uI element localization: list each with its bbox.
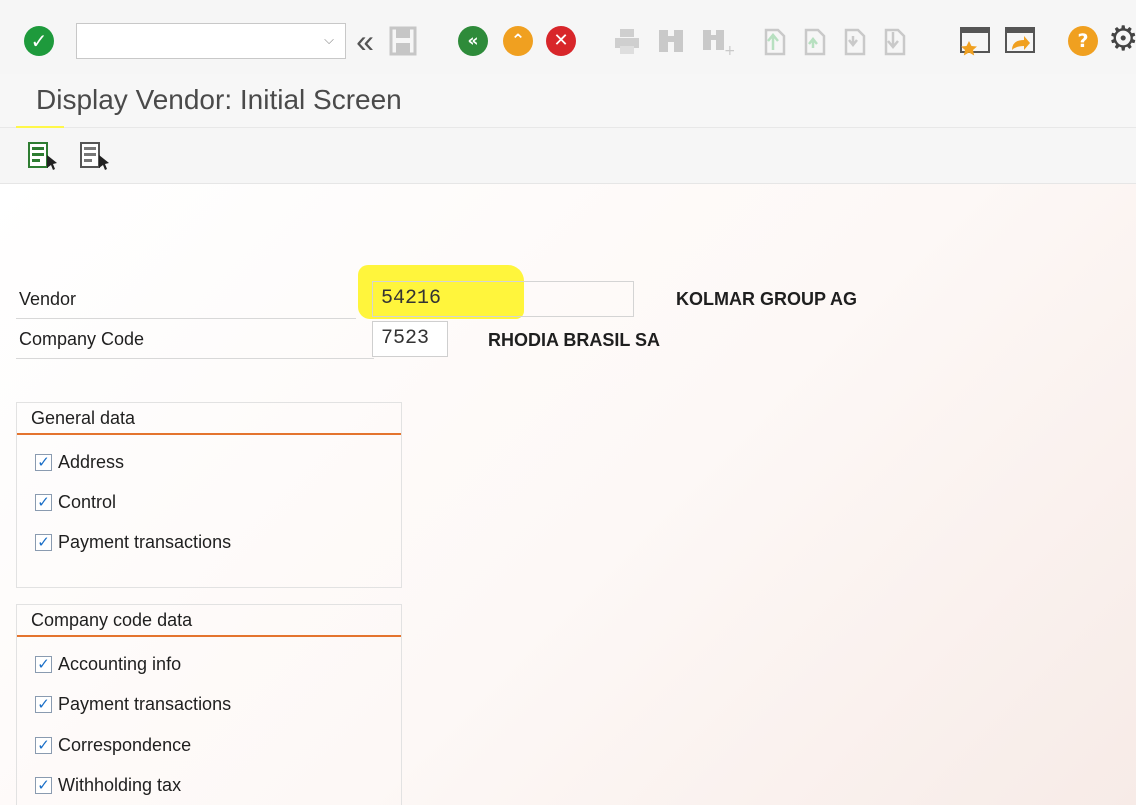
checkbox-address[interactable]: ✓ Address — [35, 449, 124, 475]
application-toolbar — [0, 128, 1136, 184]
vendor-row: Vendor — [16, 279, 356, 319]
last-page-button[interactable] — [880, 26, 908, 56]
checkbox-accounting-info[interactable]: ✓ Accounting info — [35, 651, 181, 677]
save-icon — [389, 26, 417, 56]
print-button[interactable] — [612, 26, 642, 56]
checkbox-payment-transactions[interactable]: ✓ Payment transactions — [35, 691, 231, 717]
company-code-field[interactable]: 7523 — [372, 321, 448, 357]
group-title: General data — [31, 408, 136, 428]
check-icon[interactable]: ✓ — [35, 493, 52, 511]
company-code-row: Company Code — [16, 319, 374, 359]
command-input[interactable] — [77, 24, 315, 58]
first-page-button[interactable] — [760, 26, 788, 56]
shortcut-icon — [1005, 27, 1035, 53]
checkbox-label: Accounting info — [58, 653, 182, 674]
deselect-all-icon — [80, 142, 109, 170]
previous-page-icon — [804, 28, 826, 56]
group-header: Company code data — [17, 605, 401, 637]
svg-text:+: + — [724, 43, 734, 56]
checkbox-withholding-tax[interactable]: ✓ Withholding tax — [35, 772, 181, 798]
check-icon[interactable]: ✓ — [35, 736, 52, 754]
page-title: Display Vendor: Initial Screen — [36, 84, 402, 115]
last-page-icon — [884, 28, 906, 56]
save-button[interactable] — [389, 26, 417, 56]
settings-icon: ⚙ — [1108, 20, 1136, 58]
next-page-icon — [844, 28, 866, 56]
select-all-button[interactable] — [26, 141, 60, 171]
sap-window: ✓ ⌵ « « ⌃ ✕ + ? ⚙ Display Vendor: Initia… — [0, 0, 1136, 805]
checkbox-label: Control — [58, 491, 117, 512]
deselect-all-button[interactable] — [78, 141, 112, 171]
vendor-label: Vendor — [19, 289, 77, 309]
title-bar: Display Vendor: Initial Screen — [0, 74, 1136, 128]
next-page-button[interactable] — [840, 26, 868, 56]
check-icon[interactable]: ✓ — [35, 655, 52, 673]
checkbox-payment-transactions[interactable]: ✓ Payment transactions — [35, 529, 231, 555]
chevron-down-icon[interactable]: ⌵ — [321, 31, 337, 49]
system-toolbar: ✓ ⌵ « « ⌃ ✕ + ? ⚙ — [0, 0, 1136, 74]
exit-icon: ⌃ — [503, 26, 533, 56]
exit-button[interactable]: ⌃ — [503, 26, 533, 56]
check-icon[interactable]: ✓ — [35, 776, 52, 794]
check-icon: ✓ — [24, 26, 54, 56]
group-title: Company code data — [31, 610, 193, 630]
company-code-label: Company Code — [19, 329, 145, 349]
print-icon — [615, 29, 639, 54]
check-icon[interactable]: ✓ — [35, 453, 52, 471]
general-data-group: General data ✓ Address ✓ Control ✓ Payme… — [16, 402, 402, 588]
new-session-button[interactable] — [958, 24, 992, 56]
select-all-icon — [28, 142, 57, 170]
help-icon: ? — [1068, 26, 1098, 56]
previous-page-button[interactable] — [800, 26, 828, 56]
checkbox-label: Address — [58, 451, 125, 472]
check-icon[interactable]: ✓ — [35, 533, 52, 551]
settings-button[interactable]: ⚙ — [1108, 20, 1136, 58]
company-code-data-group: Company code data ✓ Accounting info ✓ Pa… — [16, 604, 402, 805]
help-button[interactable]: ? — [1068, 26, 1098, 56]
command-field[interactable]: ⌵ — [76, 23, 346, 59]
find-button[interactable] — [656, 26, 686, 54]
group-header: General data — [17, 403, 401, 435]
find-next-button[interactable]: + — [700, 26, 734, 56]
first-page-icon — [764, 28, 786, 56]
checkbox-label: Payment transactions — [58, 693, 232, 714]
new-session-icon — [960, 27, 990, 56]
checkbox-label: Correspondence — [58, 734, 192, 755]
enter-button[interactable]: ✓ — [24, 26, 54, 56]
checkbox-label: Payment transactions — [58, 531, 232, 552]
shortcut-button[interactable] — [1003, 24, 1037, 56]
find-icon — [659, 30, 683, 52]
vendor-field[interactable]: 54216 — [372, 281, 634, 317]
checkbox-label: Withholding tax — [58, 774, 182, 795]
back-button[interactable]: « — [458, 26, 488, 56]
find-next-icon: + — [703, 30, 734, 56]
company-code-description: RHODIA BRASIL SA — [488, 330, 661, 350]
checkbox-correspondence[interactable]: ✓ Correspondence — [35, 732, 191, 758]
vendor-description: KOLMAR GROUP AG — [676, 289, 858, 309]
cancel-icon: ✕ — [546, 26, 576, 56]
back-icon: « — [458, 26, 488, 56]
check-icon[interactable]: ✓ — [35, 695, 52, 713]
double-chevron-left-icon[interactable]: « — [348, 23, 382, 59]
checkbox-control[interactable]: ✓ Control — [35, 489, 116, 515]
cancel-button[interactable]: ✕ — [546, 26, 576, 56]
